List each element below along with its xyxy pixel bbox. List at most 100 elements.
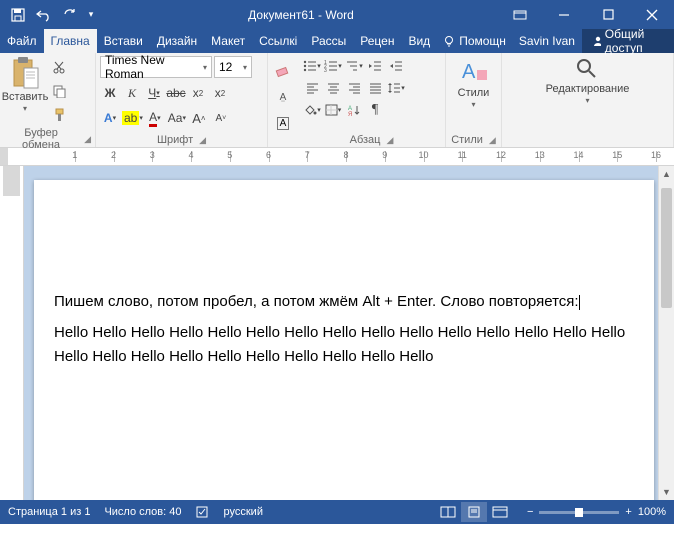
qat-save-button[interactable] <box>6 3 30 27</box>
view-read-mode-button[interactable] <box>435 502 461 522</box>
tab-design[interactable]: Дизайн <box>150 29 204 53</box>
styles-button[interactable]: A Стили ▾ <box>453 56 495 109</box>
align-center-icon <box>327 83 340 94</box>
scroll-down-button[interactable]: ▼ <box>659 484 674 500</box>
copy-icon <box>52 84 66 98</box>
styles-label: Стили <box>458 87 490 99</box>
view-web-layout-button[interactable] <box>487 502 513 522</box>
qat-redo-button[interactable] <box>58 3 82 27</box>
minimize-button[interactable] <box>542 0 586 29</box>
strikethrough-button[interactable]: abc <box>166 83 186 103</box>
align-center-button[interactable] <box>323 78 343 98</box>
highlight-button[interactable]: ab▾ <box>122 108 143 128</box>
clipboard-dialog-launcher[interactable]: ◢ <box>84 134 91 145</box>
vertical-ruler[interactable] <box>0 166 24 500</box>
font-size-combo[interactable]: 12▾ <box>214 56 252 78</box>
editing-button[interactable]: Редактирование ▾ <box>546 56 630 105</box>
character-border-button[interactable]: A <box>272 112 294 134</box>
document-page[interactable]: Пишем слово, потом пробел, а потом жмём … <box>34 180 654 500</box>
view-print-layout-button[interactable] <box>461 502 487 522</box>
group-paragraph-label: Абзац <box>350 134 381 146</box>
superscript-button[interactable]: x2 <box>210 83 230 103</box>
format-painter-button[interactable] <box>48 104 70 126</box>
decrease-indent-button[interactable] <box>365 56 385 76</box>
status-page[interactable]: Страница 1 из 1 <box>8 506 90 518</box>
font-name-combo[interactable]: Times New Roman▾ <box>100 56 212 78</box>
tab-mailings[interactable]: Рассы <box>304 29 353 53</box>
paste-button[interactable]: Вставить ▾ <box>4 56 46 113</box>
qat-customize-button[interactable]: ▾ <box>84 3 98 27</box>
read-mode-icon <box>440 506 456 518</box>
font-color-button[interactable]: A▾ <box>145 108 165 128</box>
tab-references[interactable]: Ссылкі <box>252 29 304 53</box>
horizontal-ruler[interactable]: 12345678910111213141516 <box>0 148 674 166</box>
shading-button[interactable]: ▾ <box>302 100 322 120</box>
sort-button[interactable]: AЯ <box>344 100 364 120</box>
show-marks-button[interactable]: ¶ <box>365 100 385 120</box>
font-dialog-launcher[interactable]: ◢ <box>199 135 206 146</box>
styles-dialog-launcher[interactable]: ◢ <box>489 135 496 146</box>
zoom-in-button[interactable]: + <box>625 506 631 518</box>
user-account[interactable]: Savin Ivan <box>512 29 582 53</box>
zoom-out-button[interactable]: − <box>527 506 533 518</box>
tell-me-field[interactable]: Помощн <box>437 29 512 53</box>
status-word-count[interactable]: Число слов: 40 <box>104 506 181 518</box>
bold-button[interactable]: Ж <box>100 83 120 103</box>
zoom-level[interactable]: 100% <box>638 506 666 518</box>
scroll-thumb[interactable] <box>661 188 672 308</box>
vertical-scrollbar[interactable]: ▲ ▼ <box>658 166 674 500</box>
tab-home[interactable]: Главна <box>44 29 97 53</box>
outdent-icon <box>368 60 382 72</box>
subscript-button[interactable]: x2 <box>188 83 208 103</box>
italic-button[interactable]: К <box>122 83 142 103</box>
copy-button[interactable] <box>48 80 70 102</box>
bullets-button[interactable]: ▾ <box>302 56 322 76</box>
svg-text:Я: Я <box>348 112 352 116</box>
numbering-button[interactable]: 123▾ <box>323 56 343 76</box>
ribbon-display-button[interactable] <box>498 0 542 29</box>
share-button[interactable]: Общий доступ <box>582 29 674 53</box>
group-font-label: Шрифт <box>157 134 193 146</box>
borders-button[interactable]: ▾ <box>323 100 343 120</box>
borders-icon <box>325 104 338 116</box>
close-button[interactable] <box>630 0 674 29</box>
qat-undo-button[interactable] <box>32 3 56 27</box>
multilevel-icon <box>345 60 359 72</box>
text-effects-button[interactable]: A▾ <box>100 108 120 128</box>
status-language[interactable]: русский <box>224 506 263 518</box>
align-right-icon <box>348 83 361 94</box>
increase-indent-button[interactable] <box>386 56 406 76</box>
shrink-font-button[interactable]: A˅ <box>211 108 231 128</box>
svg-text:3: 3 <box>324 68 327 72</box>
align-right-button[interactable] <box>344 78 364 98</box>
grow-font-button[interactable]: A˄ <box>189 108 209 128</box>
brush-icon <box>52 108 66 122</box>
tab-view[interactable]: Вид <box>401 29 437 53</box>
paragraph-1[interactable]: Пишем слово, потом пробел, а потом жмём … <box>54 290 634 313</box>
tell-me-label: Помощн <box>459 34 506 48</box>
paragraph-2[interactable]: Hello Hello Hello Hello Hello Hello Hell… <box>54 321 634 368</box>
change-case-button[interactable]: Aa▾ <box>167 108 187 128</box>
tab-layout[interactable]: Макет <box>204 29 252 53</box>
tab-insert[interactable]: Встави <box>97 29 150 53</box>
justify-button[interactable] <box>365 78 385 98</box>
paragraph-dialog-launcher[interactable]: ◢ <box>386 135 393 146</box>
text-cursor <box>579 295 580 310</box>
zoom-slider[interactable] <box>539 511 619 514</box>
share-icon <box>592 35 601 47</box>
editing-label: Редактирование <box>546 83 630 95</box>
scroll-up-button[interactable]: ▲ <box>659 166 674 182</box>
styles-icon: A <box>459 56 489 86</box>
phonetic-guide-button[interactable]: A̤ <box>272 86 294 108</box>
align-left-button[interactable] <box>302 78 322 98</box>
underline-button[interactable]: Ч ▾ <box>144 83 164 103</box>
multilevel-list-button[interactable]: ▾ <box>344 56 364 76</box>
cut-button[interactable] <box>48 56 70 78</box>
maximize-button[interactable] <box>586 0 630 29</box>
status-proofing[interactable] <box>196 506 210 518</box>
sort-icon: AЯ <box>348 104 361 116</box>
clear-formatting-button[interactable] <box>272 60 294 82</box>
tab-review[interactable]: Рецен <box>353 29 401 53</box>
line-spacing-button[interactable]: ▾ <box>386 78 406 98</box>
tab-file[interactable]: Файл <box>0 29 44 53</box>
